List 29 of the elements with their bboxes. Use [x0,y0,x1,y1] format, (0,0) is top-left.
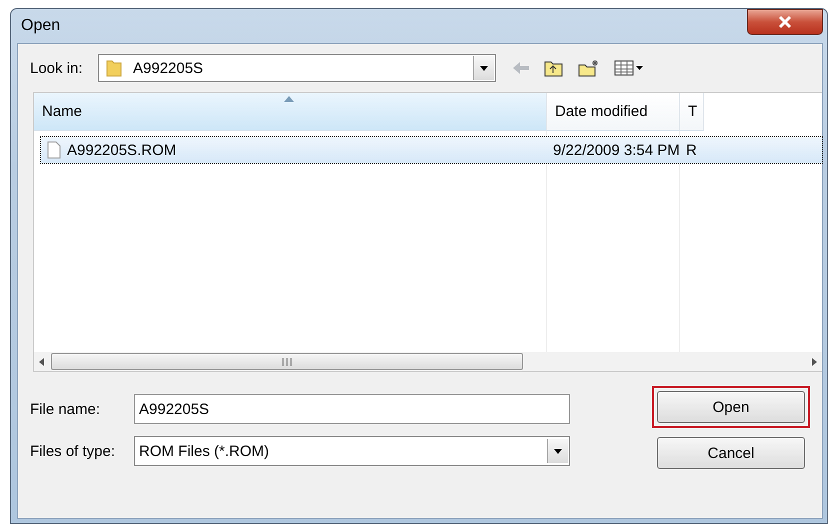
file-type-label: Files of type: [30,442,116,460]
file-row[interactable]: A992205S.ROM 9/22/2009 3:54 PM R [41,137,822,163]
cancel-button[interactable]: Cancel [657,437,805,469]
grip-icon [281,358,293,366]
window-title: Open [21,17,60,35]
column-header[interactable]: Date modified [547,93,680,131]
date-modified: 9/22/2009 3:54 PM [553,142,680,158]
column-header[interactable]: T [680,93,704,131]
file-type-dropdown[interactable]: ROM Files (*.ROM) [134,436,570,466]
file-name-field[interactable]: A992205S [134,394,570,424]
folder-up-icon[interactable] [544,59,564,77]
file-icon [47,141,61,159]
close-button[interactable] [747,9,823,35]
open-button[interactable]: Open [657,391,805,423]
new-folder-icon[interactable] [578,59,600,77]
view-menu-icon[interactable] [614,60,644,76]
scroll-left-icon[interactable] [37,356,47,366]
look-in-dropdown[interactable]: A992205S [98,54,496,82]
horizontal-scrollbar[interactable] [34,352,822,371]
scrollbar-thumb[interactable] [51,353,523,370]
scroll-right-icon[interactable] [809,356,819,366]
file-name-label: File name: [30,400,102,418]
sort-arrow-icon [284,96,294,102]
table-cell: R [686,142,697,158]
look-in-label: Look in: [30,60,84,76]
column-header[interactable]: Name [34,93,547,131]
close-icon [777,15,793,29]
file-name: A992205S.ROM [67,142,176,158]
folder-icon [105,58,123,78]
